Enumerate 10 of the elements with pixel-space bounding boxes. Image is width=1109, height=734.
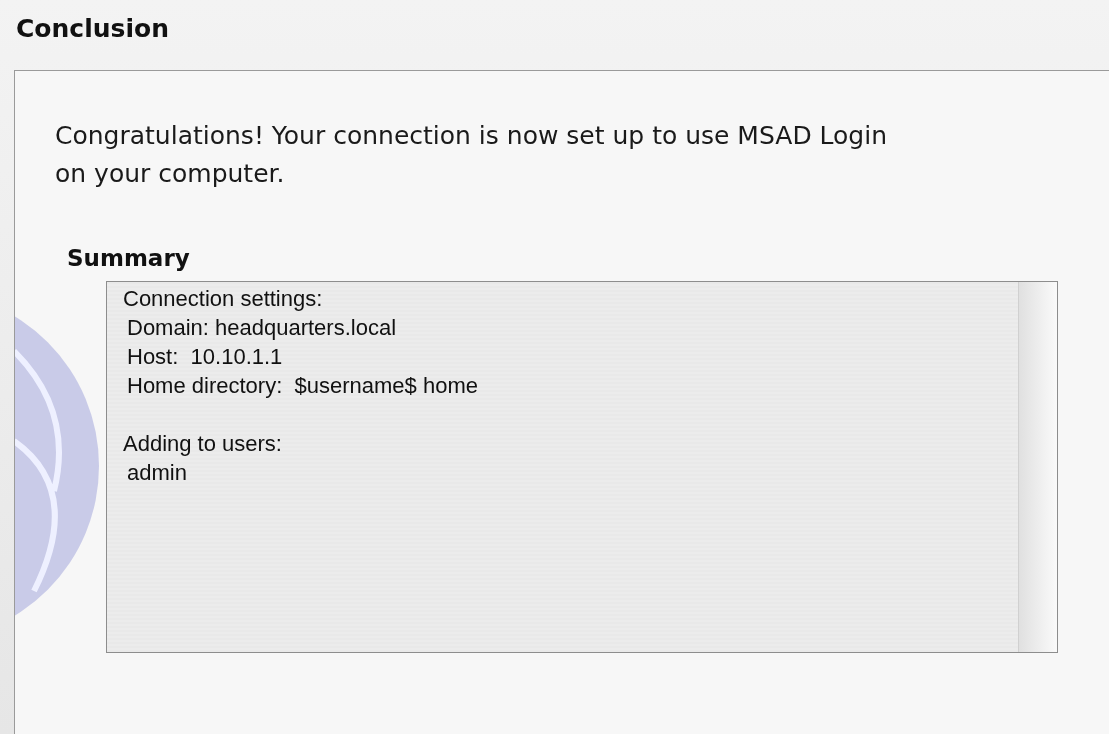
congratulations-message: Congratulations! Your connection is now set up to use MSAD Login on your computer. — [55, 120, 889, 190]
summary-line: Home directory: $username$ home — [126, 372, 478, 400]
summary-line: Connection settings: — [123, 285, 323, 313]
summary-heading: Summary — [67, 245, 190, 271]
summary-line: Adding to users: — [123, 430, 282, 458]
summary-line: Host: 10.10.1.1 — [126, 343, 283, 371]
summary-line: admin — [126, 459, 187, 487]
summary-line: Domain: headquarters.local — [126, 314, 397, 342]
page-title: Conclusion — [16, 14, 169, 45]
scrollbar-track[interactable] — [1018, 282, 1057, 652]
